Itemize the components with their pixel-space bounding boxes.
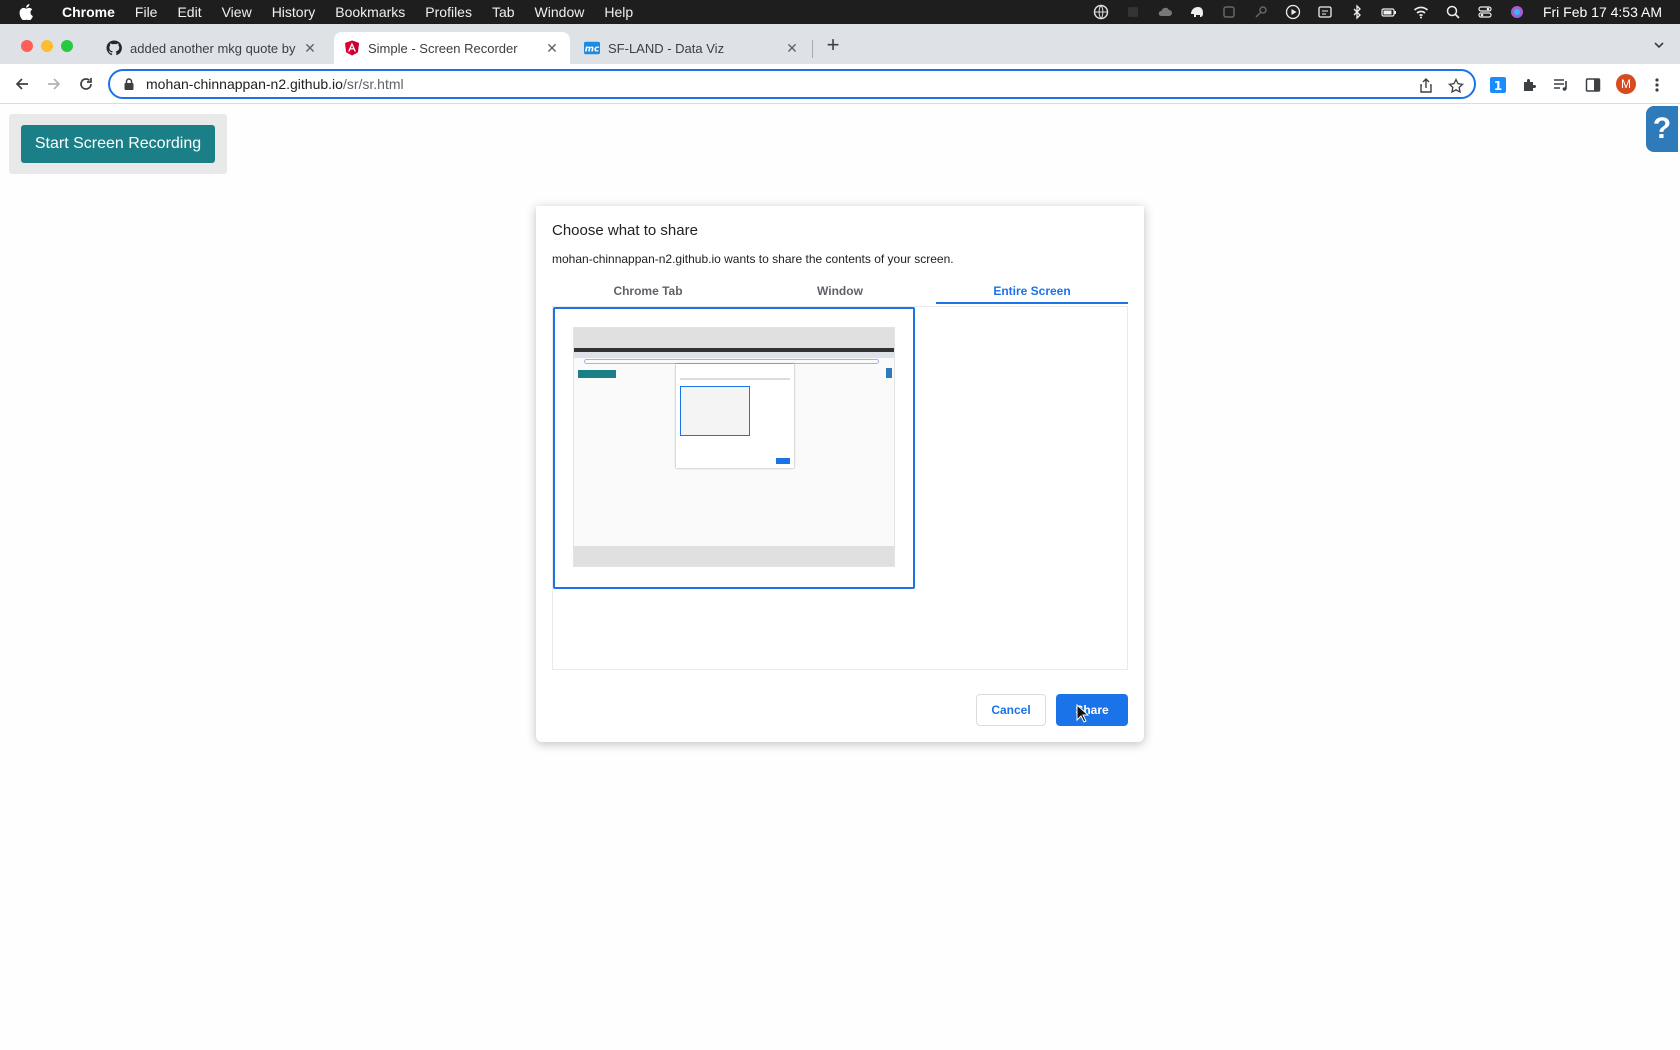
preview-dialog-selection [680,386,750,436]
profile-avatar[interactable]: M [1616,74,1636,94]
tab-entire-screen[interactable]: Entire Screen [936,278,1128,304]
preview-tabstrip [574,352,894,358]
macos-menu-bar: Chrome File Edit View History Bookmarks … [0,0,1680,24]
address-bar[interactable]: mohan-chinnappan-n2.github.io/sr/sr.html [108,69,1476,99]
menu-view[interactable]: View [212,0,262,24]
battery-icon[interactable] [1373,0,1405,24]
start-screen-recording-button[interactable]: Start Screen Recording [21,125,215,163]
preview-help-button [886,368,892,378]
menu-edit[interactable]: Edit [167,0,211,24]
tab-chrome-tab[interactable]: Chrome Tab [552,278,744,304]
forward-arrow-icon [48,78,61,90]
menu-app-chrome[interactable]: Chrome [52,0,125,24]
close-window-button[interactable] [21,40,33,52]
browser-toolbar: mohan-chinnappan-n2.github.io/sr/sr.html… [0,64,1680,104]
menubar-clock[interactable]: Fri Feb 17 4:53 AM [1533,4,1680,20]
url-host: mohan-chinnappan-n2.github.io [146,76,343,92]
menu-tab[interactable]: Tab [482,0,525,24]
menu-bookmarks[interactable]: Bookmarks [325,0,415,24]
close-tab-icon[interactable]: ✕ [784,40,800,56]
tab-window[interactable]: Window [744,278,936,304]
forward-button[interactable] [42,72,66,96]
1password-extension-icon[interactable]: 1 [1489,76,1507,94]
bookmark-star-icon[interactable] [1448,78,1464,94]
help-button[interactable]: ? [1646,106,1678,152]
back-button[interactable] [10,72,34,96]
new-tab-button[interactable]: + [822,34,844,57]
share-button[interactable]: Share [1056,694,1128,726]
menu-profiles[interactable]: Profiles [415,0,482,24]
tab-sf-land[interactable]: mc SF-LAND - Data Viz ✕ [574,32,810,64]
close-tab-icon[interactable]: ✕ [544,40,560,56]
tab-title: added another mkg quote by m [130,40,296,56]
spotlight-search-icon[interactable] [1437,0,1469,24]
menu-window[interactable]: Window [525,0,595,24]
preview-dialog-share-button [776,458,790,464]
menu-file[interactable]: File [125,0,168,24]
preview-record-button [578,370,616,378]
cloud-icon[interactable] [1149,0,1181,24]
entire-screen-thumbnail[interactable] [553,307,915,589]
angular-icon [344,40,360,56]
menu-help[interactable]: Help [594,0,643,24]
mc-icon: mc [584,40,600,56]
reload-icon [80,78,92,90]
window-controls [21,40,73,52]
tab-strip: added another mkg quote by m ✕ Simple - … [0,24,1680,64]
media-queue-icon[interactable] [1552,76,1570,94]
share-picker-dialog: Choose what to share mohan-chinnappan-n2… [536,206,1144,742]
back-arrow-icon [15,78,28,90]
control-center-icon[interactable] [1469,0,1501,24]
share-page-icon[interactable] [1418,78,1434,94]
side-panel-icon[interactable] [1584,76,1602,94]
extensions-puzzle-icon[interactable] [1520,76,1538,94]
github-icon [106,40,122,56]
preview-dialog-tabs [680,378,790,380]
menu-history[interactable]: History [262,0,326,24]
lock-icon[interactable] [122,77,136,91]
play-circle-icon[interactable] [1277,0,1309,24]
svg-text:1: 1 [1494,79,1502,93]
cancel-button[interactable]: Cancel [976,694,1046,726]
record-button-container: Start Screen Recording [9,114,227,174]
url-path: /sr/sr.html [342,76,404,92]
more-menu-icon[interactable] [1648,76,1666,94]
reload-button[interactable] [74,72,98,96]
wifi-icon[interactable] [1405,0,1437,24]
web-page: Start Screen Recording ? Choose what to … [0,104,1680,1050]
preview-letterbox-bottom [574,546,894,566]
tab-github[interactable]: added another mkg quote by m ✕ [96,32,328,64]
screen-preview-image [573,327,895,567]
sync-icon[interactable] [1213,0,1245,24]
siri-icon[interactable] [1501,0,1533,24]
close-tab-icon[interactable]: ✕ [302,40,318,56]
svg-text:mc: mc [585,45,600,55]
dialog-title: Choose what to share [552,222,698,239]
dark-app-icon[interactable] [1117,0,1149,24]
mouse-pointer-icon [1076,704,1090,723]
screen-icon[interactable] [1309,0,1341,24]
dialog-subtitle: mohan-chinnappan-n2.github.io wants to s… [552,252,954,266]
tab-screen-recorder[interactable]: Simple - Screen Recorder ✕ [334,32,570,64]
zoom-window-button[interactable] [61,40,73,52]
tab-title: SF-LAND - Data Viz [608,40,725,56]
tab-search-chevron-down-icon[interactable] [1652,38,1666,52]
elephant-icon[interactable] [1181,0,1213,24]
tab-title: Simple - Screen Recorder [368,40,518,56]
bluetooth-icon[interactable] [1341,0,1373,24]
globe-icon[interactable] [1085,0,1117,24]
apple-menu-icon[interactable] [0,4,52,20]
minimize-window-button[interactable] [41,40,53,52]
source-list-panel [552,306,1128,670]
key-icon[interactable] [1245,0,1277,24]
share-source-tabs: Chrome Tab Window Entire Screen [552,278,1128,304]
tab-separator [812,40,813,58]
preview-share-dialog [676,364,794,468]
preview-letterbox-top [574,328,894,348]
